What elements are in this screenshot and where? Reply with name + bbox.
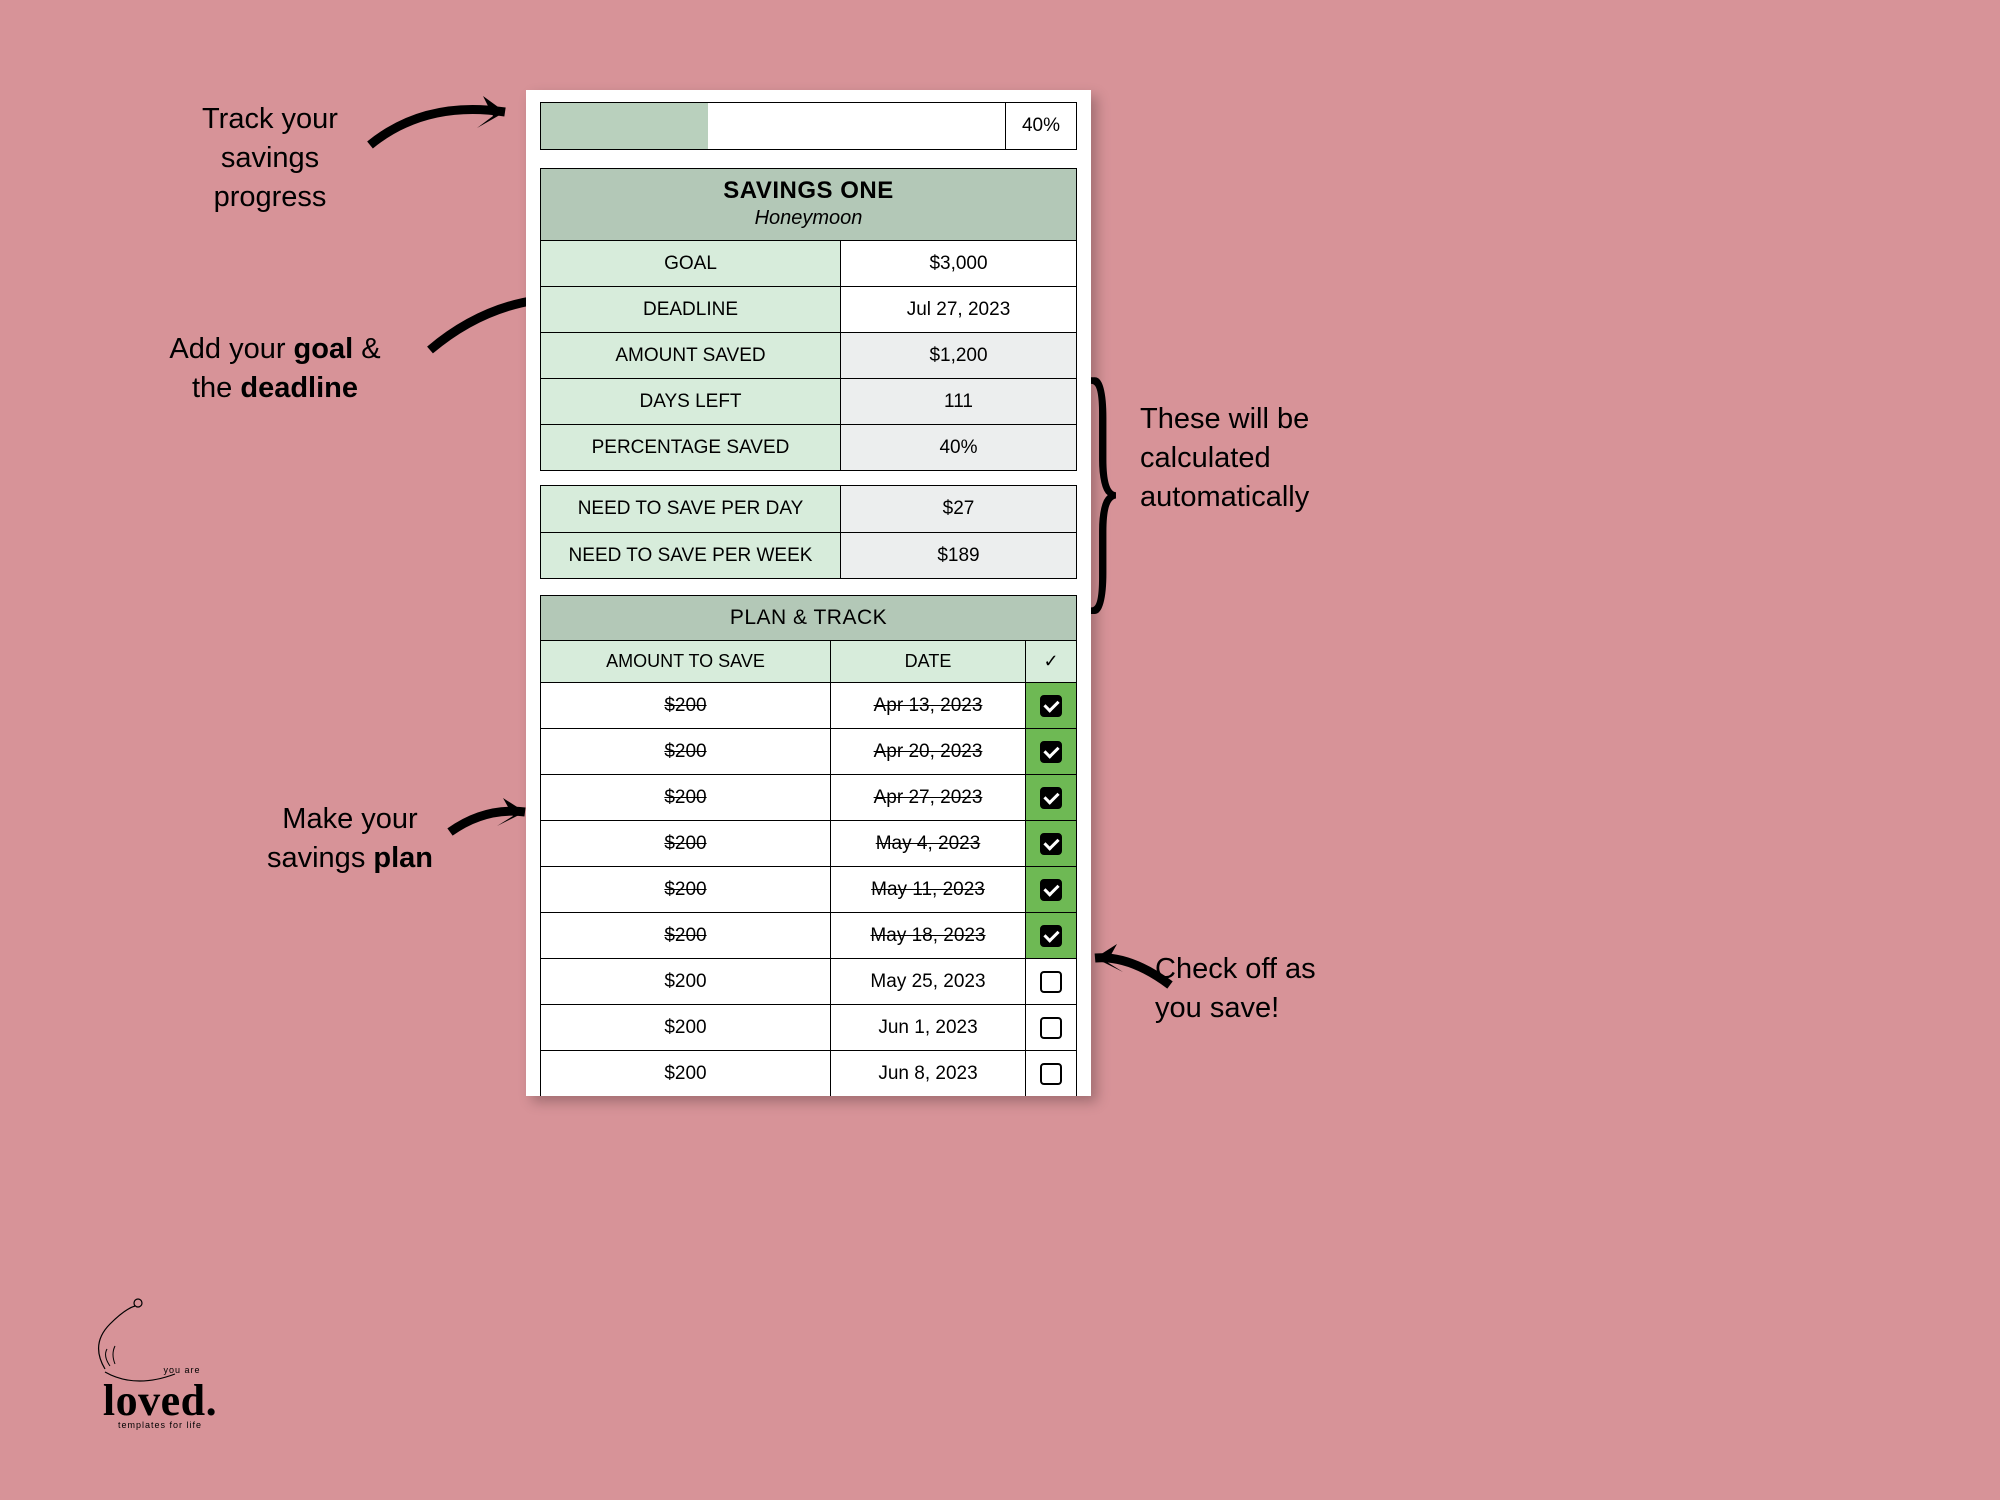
checkbox-icon[interactable] [1040, 741, 1062, 763]
plan-date[interactable]: Jun 1, 2023 [831, 1005, 1026, 1050]
callout-auto: These will be calculated automatically [1140, 400, 1410, 517]
plan-row: $200Apr 20, 2023 [541, 728, 1076, 774]
row-label: GOAL [541, 241, 841, 286]
checkbox-icon[interactable] [1040, 1017, 1062, 1039]
row-value: $189 [841, 533, 1076, 578]
plan-date[interactable]: May 25, 2023 [831, 959, 1026, 1004]
row-label: DAYS LEFT [541, 379, 841, 424]
savings-row: AMOUNT SAVED$1,200 [541, 332, 1076, 378]
brand-logo: you are loved. templates for life [60, 1294, 260, 1430]
plan-amount[interactable]: $200 [541, 1051, 831, 1096]
progress-percent: 40% [1006, 103, 1076, 149]
plan-date[interactable]: May 4, 2023 [831, 821, 1026, 866]
plan-check-cell[interactable] [1026, 775, 1076, 820]
need-row: NEED TO SAVE PER DAY$27 [541, 486, 1076, 532]
plan-row: $200Apr 27, 2023 [541, 774, 1076, 820]
checkbox-icon[interactable] [1040, 695, 1062, 717]
row-value[interactable]: $3,000 [841, 241, 1076, 286]
row-value: 111 [841, 379, 1076, 424]
arrow-icon [365, 90, 535, 160]
plan-row: $200Jun 8, 2023 [541, 1050, 1076, 1096]
plan-row: $200May 25, 2023 [541, 958, 1076, 1004]
plan-check-cell[interactable] [1026, 821, 1076, 866]
plan-check-cell[interactable] [1026, 683, 1076, 728]
row-label: AMOUNT SAVED [541, 333, 841, 378]
callout-plan: Make your savings plan [225, 800, 475, 878]
plan-amount[interactable]: $200 [541, 959, 831, 1004]
plan-row: $200Jun 1, 2023 [541, 1004, 1076, 1050]
checkbox-icon[interactable] [1040, 787, 1062, 809]
plan-date[interactable]: Apr 27, 2023 [831, 775, 1026, 820]
plan-date[interactable]: Apr 13, 2023 [831, 683, 1026, 728]
plan-amount[interactable]: $200 [541, 913, 831, 958]
callout-goal: Add your goal & the deadline [125, 330, 425, 408]
savings-title: SAVINGS ONE [541, 177, 1076, 205]
progress-bar: 40% [540, 102, 1077, 150]
savings-row: DEADLINEJul 27, 2023 [541, 286, 1076, 332]
plan-row: $200Apr 13, 2023 [541, 682, 1076, 728]
row-value: 40% [841, 425, 1076, 470]
plan-check-cell[interactable] [1026, 867, 1076, 912]
row-value[interactable]: Jul 27, 2023 [841, 287, 1076, 332]
plan-date[interactable]: May 11, 2023 [831, 867, 1026, 912]
plan-columns: AMOUNT TO SAVE DATE ✓ [541, 640, 1076, 682]
plan-check-cell[interactable] [1026, 959, 1076, 1004]
row-value: $27 [841, 486, 1076, 532]
checkbox-icon[interactable] [1040, 879, 1062, 901]
plan-check-cell[interactable] [1026, 729, 1076, 774]
need-row: NEED TO SAVE PER WEEK$189 [541, 532, 1076, 578]
row-label: NEED TO SAVE PER DAY [541, 486, 841, 532]
plan-amount[interactable]: $200 [541, 821, 831, 866]
savings-row: GOAL$3,000 [541, 240, 1076, 286]
plan-row: $200May 11, 2023 [541, 866, 1076, 912]
savings-row: PERCENTAGE SAVED40% [541, 424, 1076, 470]
col-amount: AMOUNT TO SAVE [541, 641, 831, 682]
savings-subtitle: Honeymoon [541, 205, 1076, 236]
checkbox-icon[interactable] [1040, 925, 1062, 947]
plan-amount[interactable]: $200 [541, 1005, 831, 1050]
savings-tracker-card: 40% SAVINGS ONE Honeymoon GOAL$3,000DEAD… [526, 90, 1091, 1096]
savings-header: SAVINGS ONE Honeymoon [541, 169, 1076, 240]
plan-block: PLAN & TRACK AMOUNT TO SAVE DATE ✓ $200A… [540, 595, 1077, 1096]
checkbox-icon[interactable] [1040, 971, 1062, 993]
progress-track [541, 103, 1006, 149]
savings-row: DAYS LEFT111 [541, 378, 1076, 424]
savings-block: SAVINGS ONE Honeymoon GOAL$3,000DEADLINE… [540, 168, 1077, 471]
plan-date[interactable]: Jun 8, 2023 [831, 1051, 1026, 1096]
plan-check-cell[interactable] [1026, 1051, 1076, 1096]
plan-check-cell[interactable] [1026, 913, 1076, 958]
row-label: PERCENTAGE SAVED [541, 425, 841, 470]
plan-check-cell[interactable] [1026, 1005, 1076, 1050]
checkbox-icon[interactable] [1040, 1063, 1062, 1085]
plan-header: PLAN & TRACK [541, 596, 1076, 640]
plan-amount[interactable]: $200 [541, 729, 831, 774]
flower-icon [75, 1294, 245, 1384]
plan-row: $200May 4, 2023 [541, 820, 1076, 866]
need-block: NEED TO SAVE PER DAY$27NEED TO SAVE PER … [540, 485, 1077, 579]
plan-row: $200May 18, 2023 [541, 912, 1076, 958]
progress-fill [541, 103, 708, 149]
plan-amount[interactable]: $200 [541, 775, 831, 820]
col-date: DATE [831, 641, 1026, 682]
col-check: ✓ [1026, 641, 1076, 682]
checkbox-icon[interactable] [1040, 833, 1062, 855]
callout-progress: Track your savings progress [145, 100, 395, 217]
row-label: NEED TO SAVE PER WEEK [541, 533, 841, 578]
callout-check: Check off as you save! [1155, 950, 1415, 1028]
plan-amount[interactable]: $200 [541, 683, 831, 728]
plan-amount[interactable]: $200 [541, 867, 831, 912]
row-value: $1,200 [841, 333, 1076, 378]
row-label: DEADLINE [541, 287, 841, 332]
plan-date[interactable]: Apr 20, 2023 [831, 729, 1026, 774]
plan-date[interactable]: May 18, 2023 [831, 913, 1026, 958]
